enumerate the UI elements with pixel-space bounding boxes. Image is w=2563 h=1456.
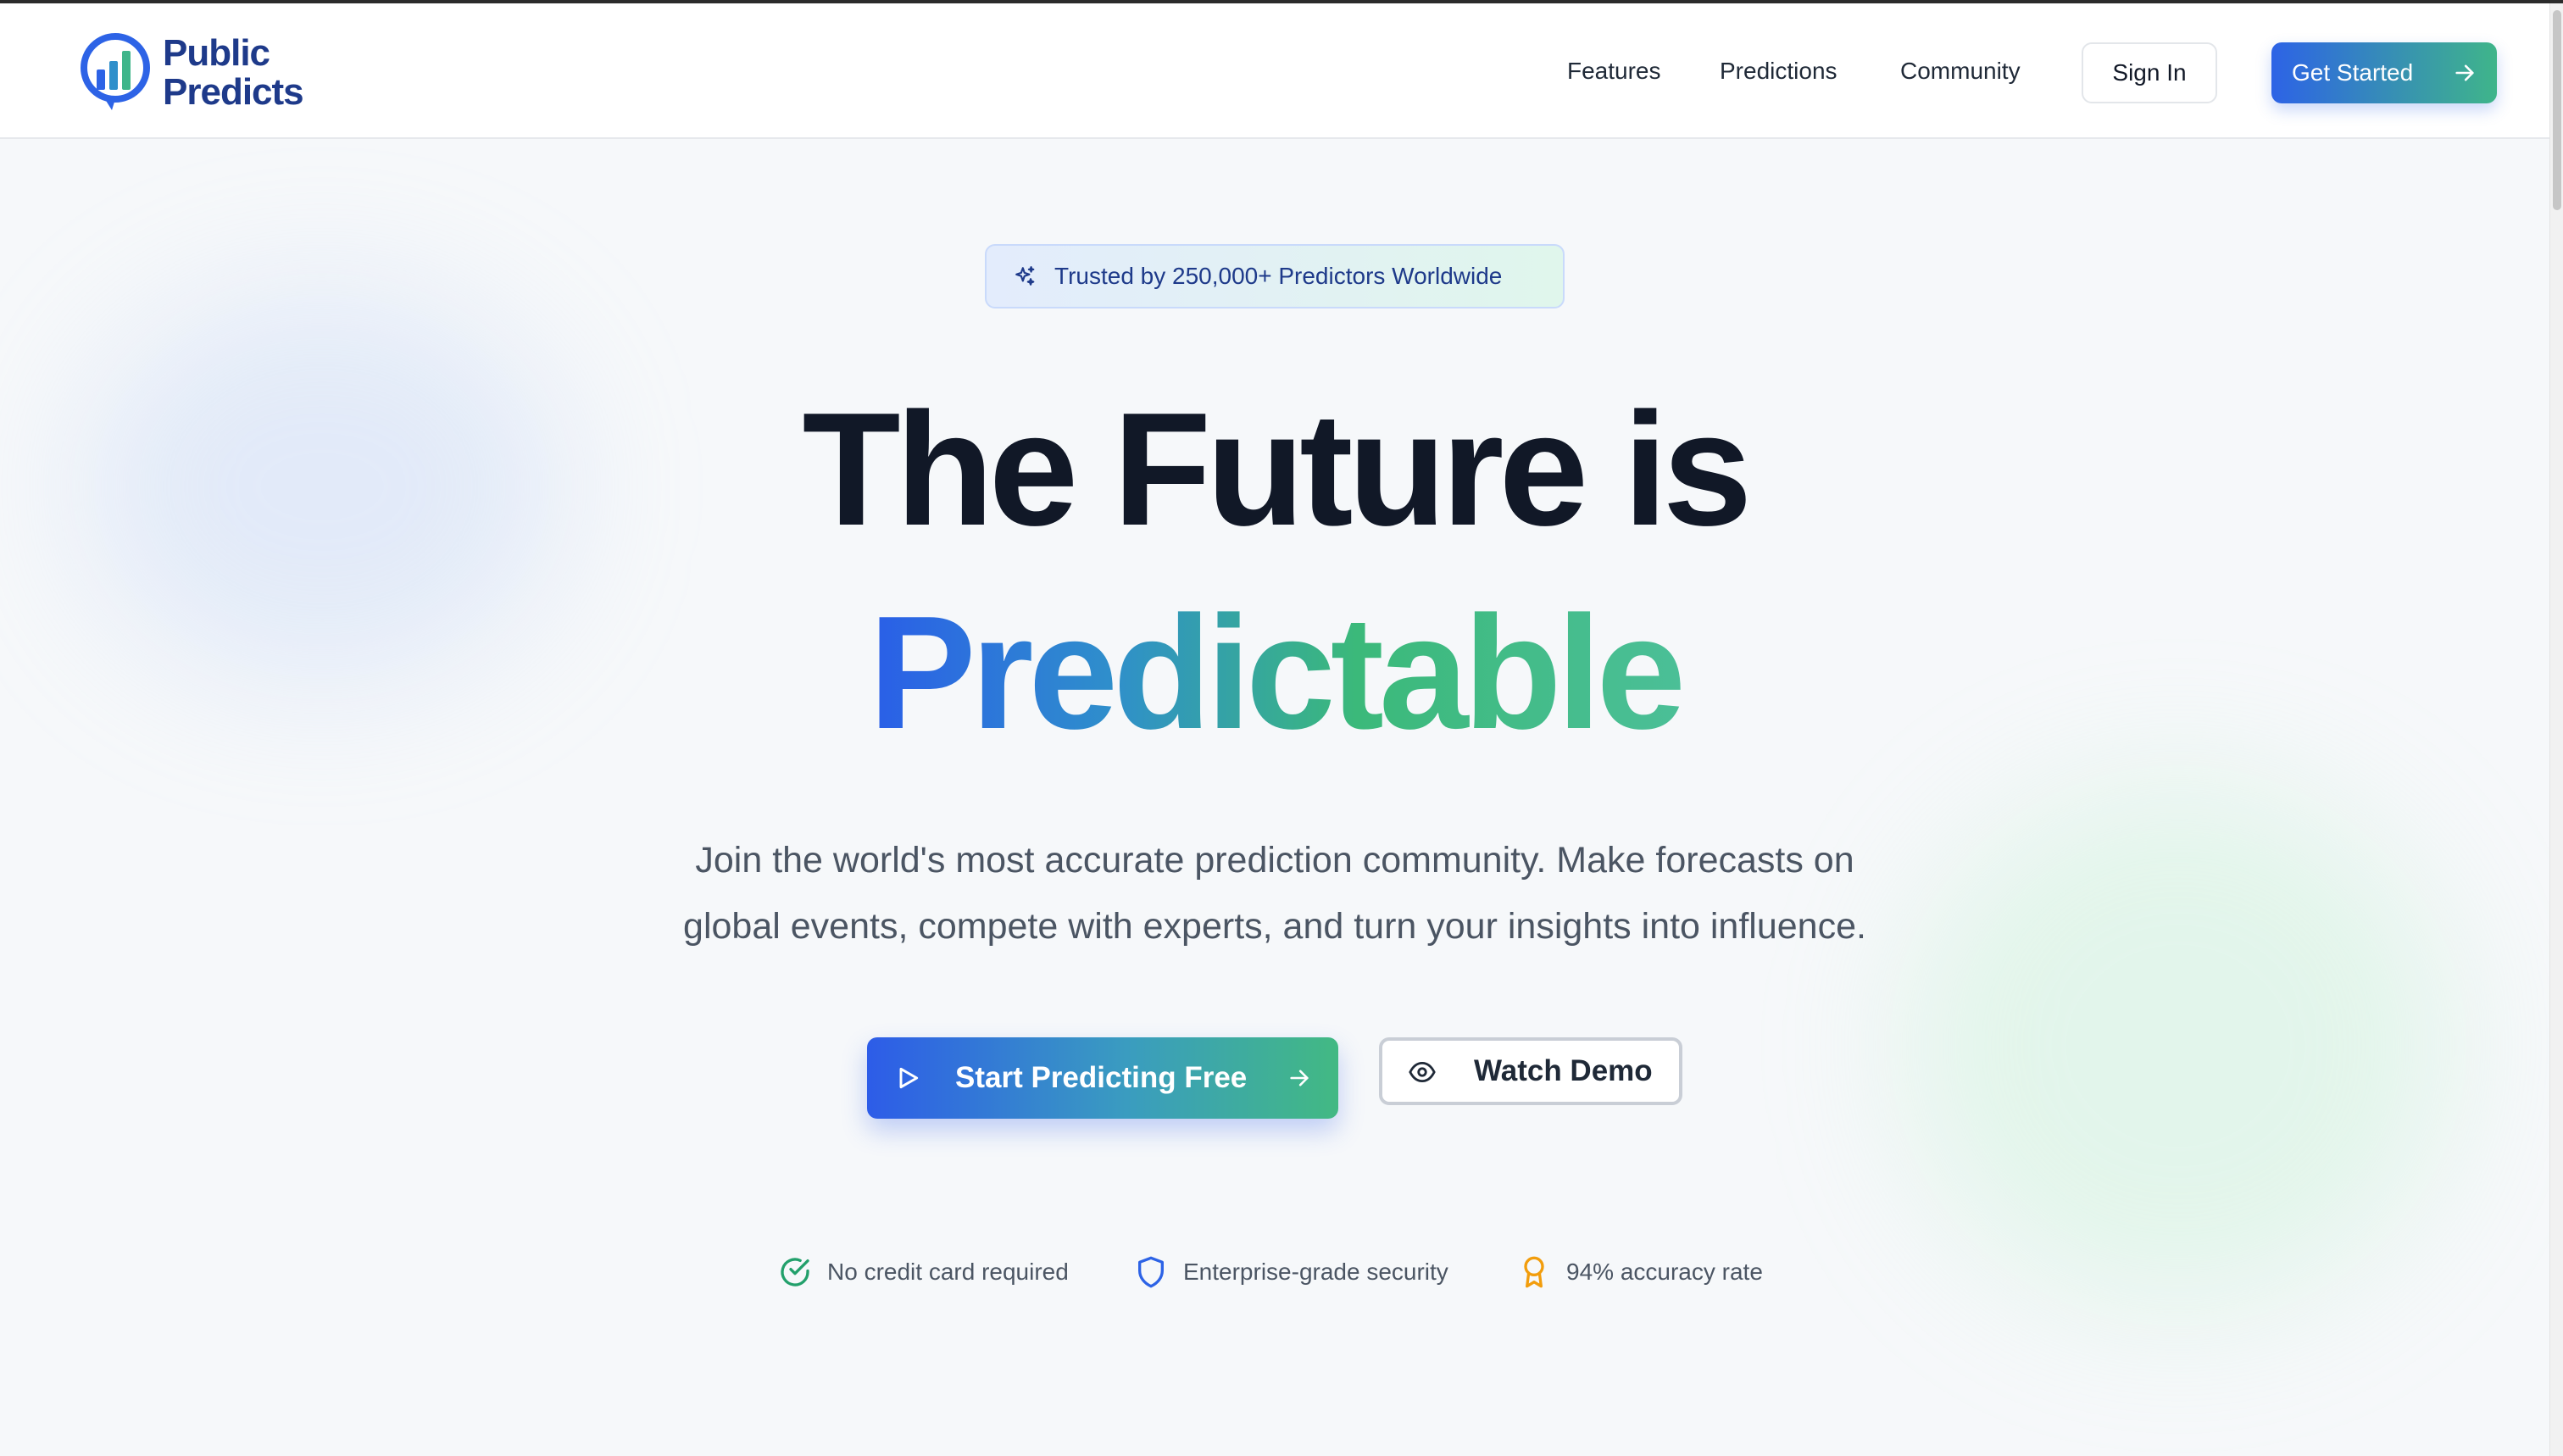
site-header: Public Predicts Features Predictions Com…	[0, 3, 2549, 139]
browser-window: Public Predicts Features Predictions Com…	[0, 0, 2563, 1456]
arrow-right-icon	[1290, 1070, 1309, 1086]
sparkles-icon	[1015, 266, 1035, 286]
nav-community[interactable]: Community	[1900, 3, 2021, 139]
hero-subtitle-line2: global events, compete with experts, and…	[683, 906, 1866, 947]
shield-icon	[1138, 1256, 1164, 1288]
hero-headline-line1: The Future is	[802, 380, 1753, 559]
brand-logo[interactable]: Public Predicts	[78, 29, 304, 117]
trust-item-label: 94% accuracy rate	[1566, 1259, 1763, 1285]
eye-icon	[1409, 1061, 1436, 1083]
start-predicting-button[interactable]: Start Predicting Free	[867, 1037, 1338, 1119]
trust-item-security: Enterprise-grade security	[1134, 1253, 1448, 1292]
watch-demo-label: Watch Demo	[1474, 1054, 1653, 1087]
trust-item-label: Enterprise-grade security	[1183, 1259, 1448, 1285]
nav-community-label[interactable]: Community	[1900, 58, 2021, 85]
scrollbar-thumb[interactable]	[2553, 10, 2561, 210]
hero-headline-line2: Predictable	[0, 580, 2549, 766]
start-predicting-label: Start Predicting Free	[955, 1061, 1248, 1094]
logo-chart-icon	[81, 33, 150, 110]
brand-name-line1: Public	[163, 32, 270, 74]
watch-demo-button[interactable]: Watch Demo	[1379, 1037, 1682, 1105]
hero-subtitle-line1: Join the world's most accurate predictio…	[695, 840, 1854, 881]
arrow-right-icon	[2455, 64, 2474, 81]
get-started-button[interactable]: Get Started	[2271, 42, 2497, 103]
page-scrollbar[interactable]	[2549, 3, 2563, 1456]
hero-subtitle: Join the world's most accurate predictio…	[0, 827, 2549, 959]
nav-predictions[interactable]: Predictions	[1720, 3, 1837, 139]
trust-item-accuracy: 94% accuracy rate	[1517, 1253, 1763, 1292]
trust-item-no-card: No credit card required	[778, 1253, 1069, 1292]
sign-in-button[interactable]: Sign In	[2082, 42, 2217, 103]
trust-badge: Trusted by 250,000+ Predictors Worldwide	[985, 244, 1565, 308]
nav-predictions-label[interactable]: Predictions	[1720, 58, 1837, 85]
hero-headline-gradient-text: Predictable	[868, 583, 1686, 763]
check-circle-icon	[781, 1258, 809, 1287]
nav-features-label[interactable]: Features	[1567, 58, 1661, 85]
sign-in-label: Sign In	[2112, 59, 2187, 86]
brand-name-line2: Predicts	[163, 71, 304, 113]
play-icon	[899, 1067, 919, 1089]
get-started-label: Get Started	[2292, 59, 2414, 86]
nav-features[interactable]: Features	[1567, 3, 1661, 139]
trust-badge-text: Trusted by 250,000+ Predictors Worldwide	[1054, 263, 1503, 289]
award-icon	[1524, 1256, 1544, 1288]
trust-item-label: No credit card required	[827, 1259, 1069, 1285]
